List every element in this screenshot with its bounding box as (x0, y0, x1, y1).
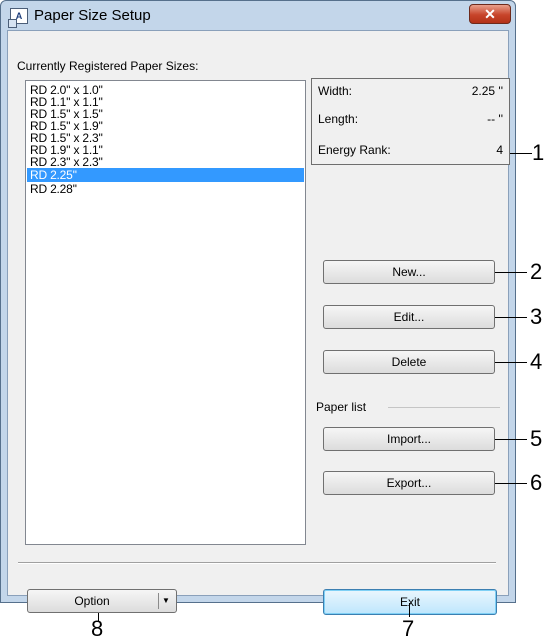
energy-rank-label: Energy Rank: (318, 143, 391, 157)
length-label: Length: (318, 112, 359, 126)
group-divider (388, 407, 500, 408)
edit-button[interactable]: Edit... (323, 305, 495, 329)
callout-line-2 (495, 272, 527, 273)
callout-line-3 (495, 317, 527, 318)
import-button[interactable]: Import... (323, 427, 495, 451)
length-value: -- '' (487, 112, 503, 126)
callout-3: 3 (530, 304, 543, 329)
export-button[interactable]: Export... (323, 471, 495, 495)
callout-line-7 (409, 603, 410, 617)
callout-line-6 (495, 483, 527, 484)
split-divider (158, 593, 159, 609)
callout-8: 8 (91, 616, 104, 641)
window-title: Paper Size Setup (34, 7, 151, 24)
paper-sizes-listbox[interactable]: RD 2.0'' x 1.0'' RD 1.1'' x 1.1'' RD 1.5… (25, 80, 306, 545)
app-icon: A (8, 8, 28, 28)
registered-sizes-label: Currently Registered Paper Sizes: (17, 59, 198, 73)
callout-1: 1 (532, 140, 545, 165)
width-value: 2.25 '' (471, 84, 503, 98)
option-split-button[interactable]: Option ▼ (27, 589, 177, 613)
paper-info-panel: Width: 2.25 '' Length: -- '' Energy Rank… (311, 78, 510, 165)
callout-2: 2 (530, 259, 543, 284)
callout-line-5 (495, 439, 527, 440)
new-button[interactable]: New... (323, 260, 495, 284)
registered-sizes-label-text: Currently Registered Paper Sizes: (17, 59, 199, 73)
callout-4: 4 (530, 349, 543, 374)
dropdown-arrow-icon[interactable]: ▼ (162, 594, 170, 608)
callout-line-1 (510, 153, 532, 154)
callout-6: 6 (530, 470, 543, 495)
callout-line-4 (495, 362, 527, 363)
exit-button[interactable]: Exit (323, 589, 497, 615)
list-item-selected[interactable]: RD 2.25'' (27, 168, 304, 182)
close-button[interactable]: ✕ (469, 4, 511, 24)
width-label: Width: (318, 84, 353, 98)
callout-5: 5 (530, 426, 543, 451)
energy-rank-value: 4 (496, 143, 503, 157)
callout-7: 7 (402, 616, 415, 641)
list-item[interactable]: RD 2.3'' x 2.3'' (27, 156, 304, 168)
delete-button[interactable]: Delete (323, 350, 495, 374)
paper-list-group-label: Paper list (316, 400, 367, 414)
footer-separator (18, 562, 496, 564)
option-button-label[interactable]: Option (28, 590, 156, 612)
list-item[interactable]: RD 2.28'' (27, 183, 304, 195)
